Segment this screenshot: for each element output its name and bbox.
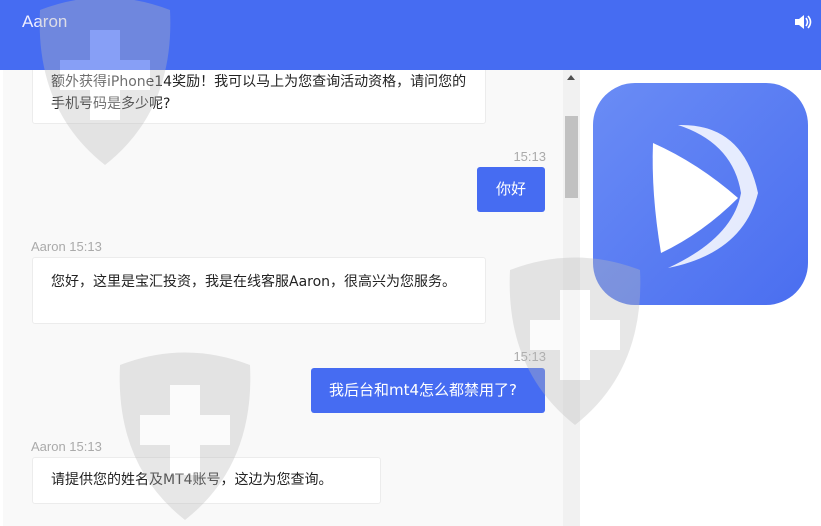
- message-agent: 请提供您的姓名及MT4账号，这边为您查询。: [32, 457, 381, 504]
- message-meta: Aaron 15:13: [31, 239, 102, 254]
- app-logo: [593, 83, 808, 305]
- scrollbar-thumb[interactable]: [565, 116, 578, 198]
- message-list[interactable]: 额外获得iPhone14奖励！我可以马上为您查询活动资格，请问您的手机号码是多少…: [3, 70, 580, 526]
- message-user: 我后台和mt4怎么都禁用了?: [311, 368, 545, 413]
- message-meta: Aaron 15:13: [31, 439, 102, 454]
- speaker-icon[interactable]: [793, 13, 813, 31]
- message-agent: 额外获得iPhone14奖励！我可以马上为您查询活动资格，请问您的手机号码是多少…: [32, 70, 486, 124]
- message-time: 15:13: [513, 349, 546, 364]
- agent-name: Aaron: [22, 12, 68, 31]
- message-time: 15:13: [513, 149, 546, 164]
- message-user: 你好: [477, 167, 545, 212]
- scrollbar[interactable]: [563, 70, 580, 526]
- message-agent: 您好，这里是宝汇投资，我是在线客服Aaron，很高兴为您服务。: [32, 257, 486, 324]
- chat-header: Aaron: [0, 0, 821, 70]
- scroll-up-arrow[interactable]: [567, 75, 575, 80]
